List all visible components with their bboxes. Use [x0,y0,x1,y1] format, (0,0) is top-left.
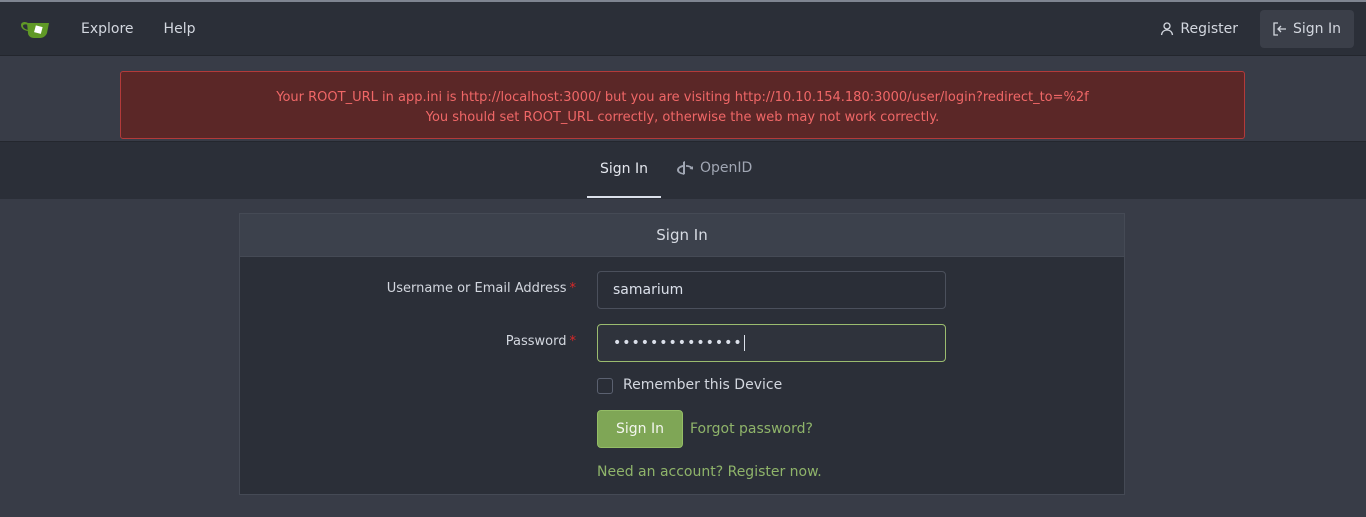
sign-in-icon [1273,22,1286,36]
username-value: samarium [613,282,684,298]
tab-sign-in[interactable]: Sign In [587,142,661,198]
openid-icon [677,161,693,175]
remember-device-label[interactable]: Remember this Device [623,377,782,393]
gitea-logo-icon[interactable] [20,18,50,40]
navbar-right: Register Sign In [1160,10,1354,48]
password-value: •••••••••••••• [613,335,743,351]
root-url-warning-alert: Your ROOT_URL in app.ini is http://local… [120,71,1245,139]
username-label: Username or Email Address * [386,281,577,296]
alert-line-1: Your ROOT_URL in app.ini is http://local… [276,90,1089,105]
required-mark: * [569,334,577,349]
signin-nav-button[interactable]: Sign In [1260,10,1354,48]
required-mark: * [569,281,577,296]
alert-container: Your ROOT_URL in app.ini is http://local… [0,56,1366,141]
signin-form-panel: Sign In Username or Email Address * samar… [239,213,1125,495]
password-label: Password * [505,334,577,349]
username-input[interactable]: samarium [597,271,946,309]
signin-submit-button[interactable]: Sign In [597,410,683,448]
register-label: Register [1180,21,1238,37]
alert-line-2: You should set ROOT_URL correctly, other… [425,110,940,125]
nav-help[interactable]: Help [164,21,196,37]
signin-tabs: Sign In OpenID [0,141,1366,199]
text-caret [743,335,745,351]
register-now-link[interactable]: Need an account? Register now. [597,464,822,480]
form-title: Sign In [240,214,1124,257]
forgot-password-link[interactable]: Forgot password? [690,421,813,437]
navbar: Explore Help Register Sign In [0,2,1366,56]
nav-explore[interactable]: Explore [81,21,134,37]
register-link[interactable]: Register [1160,21,1238,37]
tab-openid[interactable]: OpenID [676,142,752,194]
remember-device-checkbox[interactable] [597,378,613,394]
user-icon [1161,22,1174,36]
tab-sign-in-label: Sign In [600,161,648,177]
signin-nav-label: Sign In [1293,21,1341,37]
password-input[interactable]: •••••••••••••• [597,324,946,362]
tab-openid-label: OpenID [700,160,753,176]
